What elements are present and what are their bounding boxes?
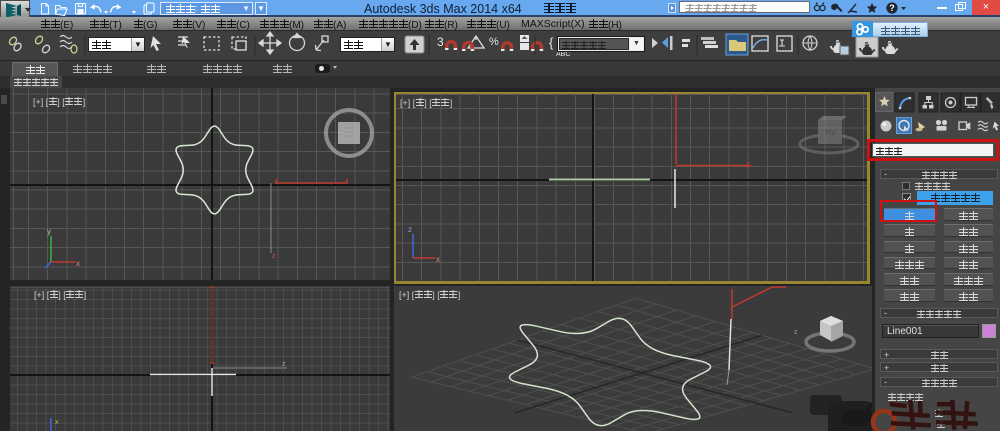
svg-text:x: x	[436, 255, 440, 264]
svg-text:z: z	[282, 361, 286, 368]
svg-text:ABC: ABC	[556, 51, 570, 58]
svg-text:x: x	[55, 419, 59, 426]
svg-text:HV: HV	[825, 128, 837, 137]
svg-text:z: z	[272, 253, 276, 260]
svg-text:y: y	[47, 227, 51, 236]
svg-text:%: %	[489, 36, 499, 48]
svg-text:z: z	[408, 225, 412, 234]
svg-text:3: 3	[437, 35, 444, 49]
svg-text:x: x	[76, 259, 80, 268]
svg-text:{: {	[549, 35, 554, 50]
svg-text:z: z	[794, 329, 798, 336]
svg-text:?: ?	[889, 3, 895, 13]
